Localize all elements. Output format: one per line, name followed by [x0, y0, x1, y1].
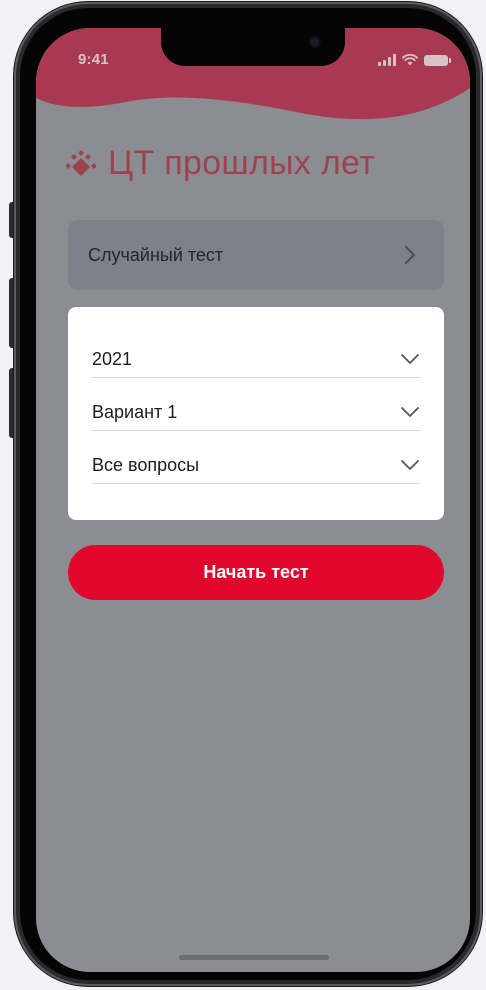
- status-time: 9:41: [78, 51, 109, 68]
- device-stage: 9:41 ЦТ прошлых лет Случайный тест 2021 …: [0, 0, 486, 990]
- diamond-logo-icon: [66, 149, 96, 176]
- home-indicator[interactable]: [179, 955, 329, 960]
- random-test-button[interactable]: Случайный тест: [68, 220, 444, 290]
- chevron-down-icon: [401, 460, 419, 470]
- page-title: ЦТ прошлых лет: [108, 144, 375, 182]
- questions-select[interactable]: Все вопросы: [92, 447, 420, 484]
- notch: [161, 28, 345, 66]
- status-icons: [378, 54, 451, 66]
- variant-select[interactable]: Вариант 1: [92, 394, 420, 431]
- chevron-down-icon: [401, 407, 419, 417]
- battery-icon: [424, 55, 451, 66]
- filter-card: 2021 Вариант 1 Все вопросы: [68, 307, 444, 520]
- signal-icon: [378, 54, 396, 66]
- year-select[interactable]: 2021: [92, 341, 420, 378]
- chevron-right-icon: [405, 246, 415, 264]
- wifi-icon: [402, 54, 418, 66]
- variant-select-value: Вариант 1: [92, 401, 178, 422]
- year-select-value: 2021: [92, 348, 133, 369]
- start-test-button[interactable]: Начать тест: [68, 545, 444, 600]
- app-screen: 9:41 ЦТ прошлых лет Случайный тест 2021 …: [36, 28, 470, 972]
- chevron-down-icon: [401, 354, 419, 364]
- camera: [311, 38, 319, 46]
- title-row: ЦТ прошлых лет: [66, 144, 375, 183]
- random-test-label: Случайный тест: [88, 244, 224, 265]
- questions-select-value: Все вопросы: [92, 454, 200, 475]
